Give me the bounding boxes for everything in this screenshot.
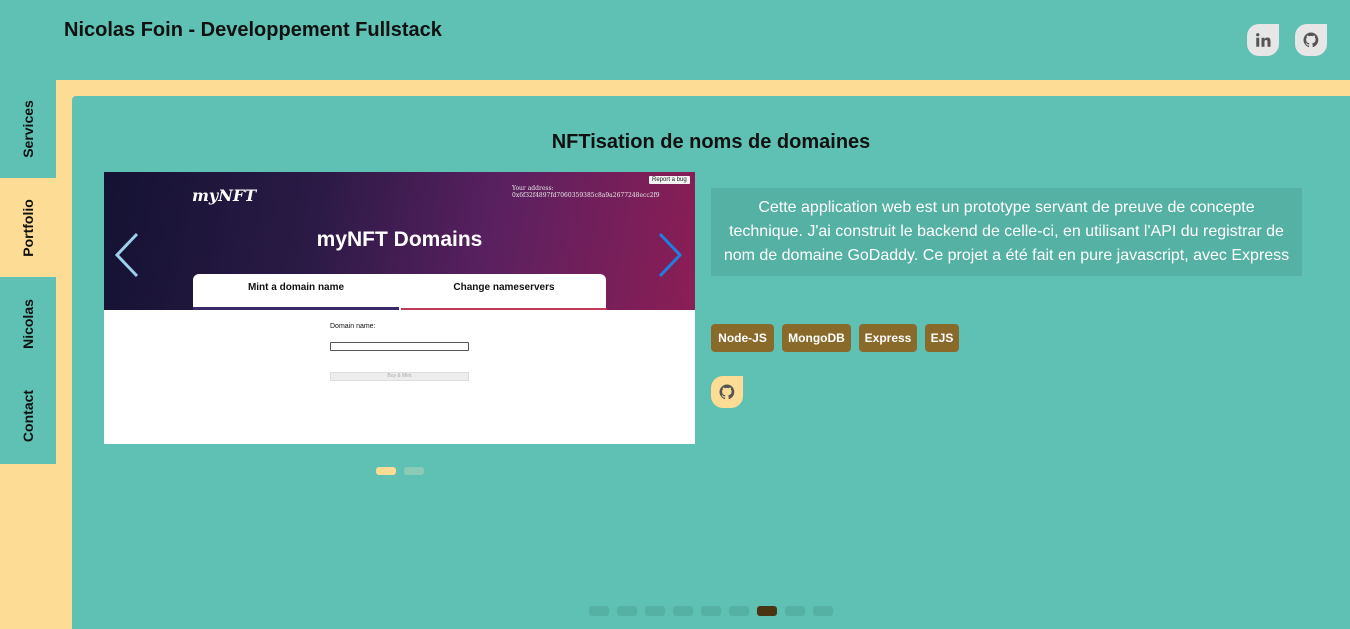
- linkedin-link[interactable]: [1247, 24, 1279, 56]
- screenshot-tab-card: Mint a domain name Change nameservers: [193, 274, 607, 310]
- sidebar-item-label: Contact: [20, 389, 36, 443]
- project-page-dot[interactable]: [729, 606, 749, 616]
- github-link[interactable]: [1295, 24, 1327, 56]
- screenshot-report-button: Report a bug: [649, 176, 690, 184]
- project-title: NFTisation de noms de domaines: [551, 131, 871, 153]
- sidebar-nav: Services Portfolio Nicolas Contact: [0, 80, 56, 629]
- site-title: Nicolas Foin - Developpement Fullstack: [64, 19, 442, 41]
- carousel-next-arrow-icon[interactable]: [654, 230, 684, 280]
- project-page-dot[interactable]: [813, 606, 833, 616]
- screenshot-heading: myNFT Domains: [316, 228, 483, 251]
- project-description: Cette application web est un prototype s…: [711, 188, 1302, 276]
- github-icon: [719, 384, 735, 400]
- carousel-prev-arrow-icon[interactable]: [113, 230, 143, 280]
- project-panel: NFTisation de noms de domaines myNFT Rep…: [72, 96, 1350, 629]
- screenshot-address: Your address: 0x6f32f4897fd7060359385c8a…: [512, 185, 660, 199]
- project-page-dot[interactable]: [645, 606, 665, 616]
- carousel-dot-2[interactable]: [404, 467, 424, 475]
- sidebar-item-contact[interactable]: Contact: [0, 370, 56, 462]
- project-page-dot[interactable]: [673, 606, 693, 616]
- tech-tag: EJS: [925, 324, 959, 352]
- sidebar-item-nicolas[interactable]: Nicolas: [0, 277, 56, 370]
- screenshot-logo: myNFT: [192, 186, 257, 205]
- carousel-dot-1[interactable]: [376, 467, 396, 475]
- project-page-dot[interactable]: [589, 606, 609, 616]
- tech-tag: Express: [859, 324, 917, 352]
- screenshot-button: Buy & Mint: [330, 372, 469, 381]
- project-page-dot[interactable]: [617, 606, 637, 616]
- linkedin-icon: [1256, 33, 1271, 47]
- tech-tag: Node-JS: [711, 324, 774, 352]
- screenshot-input: [330, 342, 469, 351]
- github-icon: [1303, 32, 1319, 48]
- screenshot-tab-nameservers: Change nameservers: [401, 274, 607, 310]
- sidebar-item-label: Services: [20, 100, 37, 158]
- project-carousel[interactable]: myNFT Report a bug Your address: 0x6f32f…: [104, 172, 695, 444]
- screenshot-tab-mint: Mint a domain name: [193, 274, 399, 310]
- project-github-link[interactable]: [711, 376, 743, 408]
- tech-tag: MongoDB: [782, 324, 851, 352]
- sidebar-item-portfolio[interactable]: Portfolio: [0, 178, 56, 277]
- project-page-dot[interactable]: [785, 606, 805, 616]
- project-page-dot[interactable]: [701, 606, 721, 616]
- screenshot-field-label: Domain name:: [330, 323, 376, 330]
- sidebar-item-label: Nicolas: [20, 298, 36, 349]
- sidebar-item-label: Portfolio: [20, 198, 37, 257]
- sidebar-item-services[interactable]: Services: [0, 80, 56, 178]
- project-page-dot-active[interactable]: [757, 606, 777, 616]
